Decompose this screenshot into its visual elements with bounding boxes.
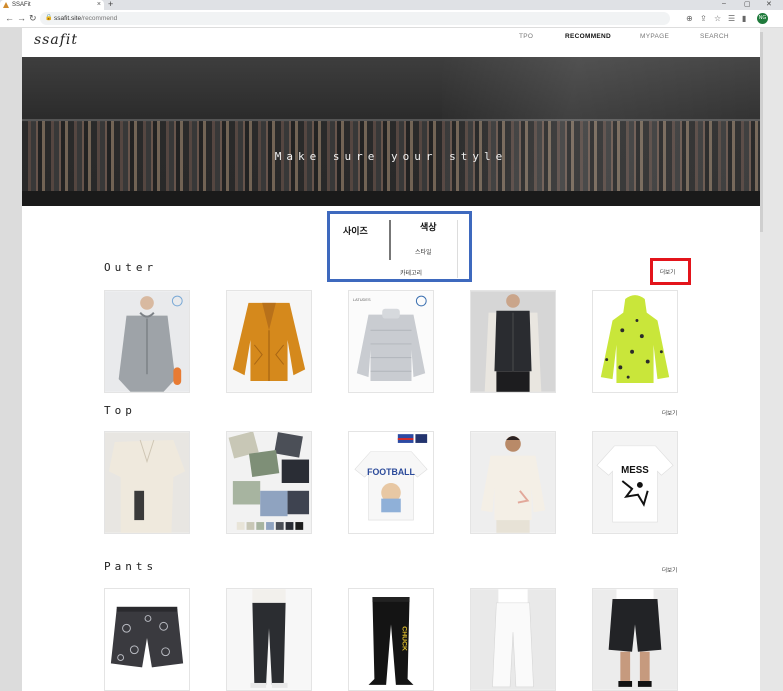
- black-vest-image: [471, 291, 555, 392]
- filter-panel: 사이즈 색상 스타일 카테고리: [327, 211, 472, 282]
- window-close-icon[interactable]: ✕: [766, 0, 772, 8]
- section-title-pants: Pants: [104, 560, 158, 573]
- more-link-top[interactable]: 더보기: [662, 409, 677, 417]
- product-top-4[interactable]: [470, 431, 556, 534]
- reload-icon[interactable]: ↻: [29, 13, 37, 24]
- svg-text:CHUCK: CHUCK: [401, 626, 408, 651]
- browser-tab[interactable]: SSAFit ×: [0, 0, 104, 10]
- product-top-3[interactable]: FOOTBALL: [348, 431, 434, 534]
- hero-title: Make sure your style: [274, 150, 508, 163]
- nav-search[interactable]: SEARCH: [700, 33, 729, 40]
- product-pants-4[interactable]: [470, 588, 556, 691]
- product-outer-4[interactable]: [470, 290, 556, 393]
- product-outer-5[interactable]: [592, 290, 678, 393]
- bookmark-star-icon[interactable]: ☆: [714, 14, 721, 23]
- back-icon[interactable]: ←: [5, 13, 14, 23]
- cream-sweatshirt-image: [471, 432, 555, 533]
- sidepanel-icon[interactable]: ▮: [742, 14, 746, 23]
- web-page: ssafit TPO RECOMMEND MYPAGE SEARCH Make …: [22, 28, 760, 691]
- white-wide-pants-image: [471, 589, 555, 690]
- lock-icon: 🔒: [45, 15, 53, 21]
- more-link-highlight: [650, 258, 691, 285]
- polo-flatlay-image: [227, 432, 311, 533]
- tab-title: SSAFit: [12, 2, 31, 8]
- maximize-icon[interactable]: ▢: [744, 0, 751, 8]
- orange-cardigan-image: [227, 291, 311, 392]
- site-favicon: [3, 2, 9, 8]
- minimize-icon[interactable]: –: [722, 0, 726, 7]
- filter-option-category[interactable]: 카테고리: [400, 268, 422, 277]
- filter-separator: [457, 220, 458, 278]
- site-logo[interactable]: ssafit: [34, 32, 78, 48]
- more-link-pants[interactable]: 더보기: [662, 566, 677, 574]
- tab-strip: SSAFit × + – ▢ ✕: [0, 0, 783, 10]
- product-pants-3[interactable]: CHUCK: [348, 588, 434, 691]
- section-title-outer: Outer: [104, 261, 158, 274]
- url-host: ssafit.site: [54, 15, 82, 22]
- forward-icon[interactable]: →: [17, 13, 26, 23]
- football-tee-image: FOOTBALL: [349, 432, 433, 533]
- svg-text:LATUDES: LATUDES: [353, 297, 371, 302]
- product-pants-2[interactable]: [226, 588, 312, 691]
- beige-shirt-image: [105, 432, 189, 533]
- page-scrollbar[interactable]: [760, 28, 783, 691]
- product-outer-1[interactable]: [104, 290, 190, 393]
- zoom-icon[interactable]: ⊕: [686, 14, 693, 23]
- paisley-shorts-image: [105, 589, 189, 690]
- nav-tpo[interactable]: TPO: [519, 33, 533, 40]
- neon-hoodie-image: [593, 291, 677, 392]
- close-tab-icon[interactable]: ×: [97, 0, 101, 10]
- hero-floor: [22, 191, 760, 206]
- share-icon[interactable]: ⇪: [700, 14, 707, 23]
- nav-mypage[interactable]: MYPAGE: [640, 33, 669, 40]
- filter-option-style[interactable]: 스타일: [415, 247, 432, 256]
- address-bar[interactable]: 🔒 ssafit.site/recommend: [40, 12, 670, 25]
- browser-toolbar: ← → ↻ 🔒 ssafit.site/recommend ⊕ ⇪ ☆ ☰ ▮ …: [0, 10, 783, 28]
- filter-divider: [389, 220, 391, 260]
- site-header: ssafit TPO RECOMMEND MYPAGE SEARCH: [22, 28, 760, 57]
- product-outer-3[interactable]: LATUDES: [348, 290, 434, 393]
- light-grey-puffer-image: LATUDES: [349, 291, 433, 392]
- black-jogger-image: CHUCK: [349, 589, 433, 690]
- black-cargo-shorts-image: [593, 589, 677, 690]
- product-outer-2[interactable]: [226, 290, 312, 393]
- black-jeans-image: [227, 589, 311, 690]
- extensions-icon[interactable]: ☰: [728, 14, 735, 23]
- product-pants-5[interactable]: [592, 588, 678, 691]
- svg-text:MESS: MESS: [621, 465, 649, 476]
- filter-tab-color[interactable]: 색상: [420, 220, 437, 233]
- scrollbar-thumb[interactable]: [760, 32, 763, 232]
- product-pants-1[interactable]: [104, 588, 190, 691]
- browser-chrome: SSAFit × + – ▢ ✕ ← → ↻ 🔒 ssafit.site/rec…: [0, 0, 783, 28]
- nav-recommend[interactable]: RECOMMEND: [565, 33, 611, 40]
- url-path: /recommend: [81, 15, 118, 22]
- grey-hoodie-image: [105, 291, 189, 392]
- svg-text:FOOTBALL: FOOTBALL: [367, 467, 415, 477]
- section-title-top: Top: [104, 404, 136, 417]
- new-tab-icon[interactable]: +: [108, 0, 113, 9]
- profile-avatar[interactable]: NG: [757, 13, 768, 24]
- hero-banner: Make sure your style: [22, 57, 760, 206]
- product-top-2[interactable]: [226, 431, 312, 534]
- window-light: [442, 57, 760, 206]
- product-top-1[interactable]: [104, 431, 190, 534]
- filter-tab-size[interactable]: 사이즈: [343, 224, 368, 237]
- product-top-5[interactable]: MESS: [592, 431, 678, 534]
- mess-graphic-tee-image: MESS: [593, 432, 677, 533]
